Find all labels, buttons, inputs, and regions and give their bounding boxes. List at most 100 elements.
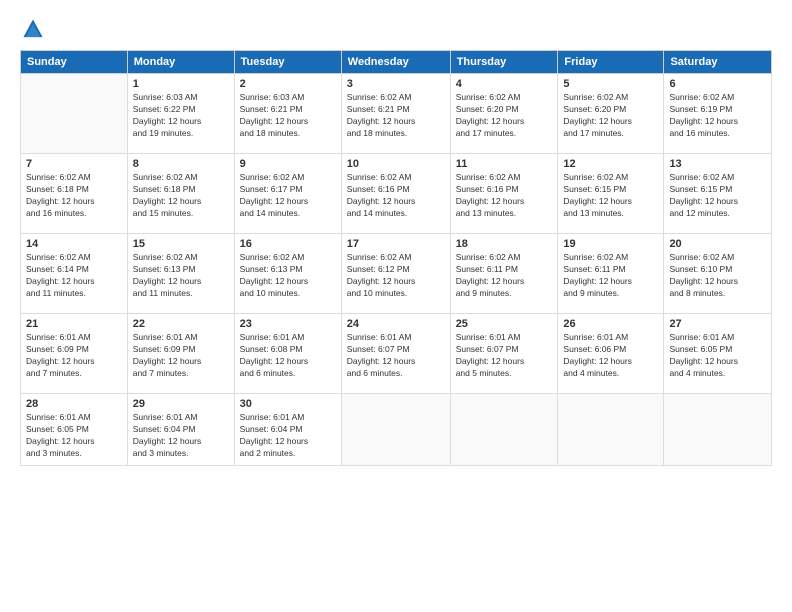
calendar-cell: 4 Sunrise: 6:02 AM Sunset: 6:20 PM Daylig… (450, 74, 558, 154)
calendar-cell: 2Sunrise: 6:03 AM Sunset: 6:21 PM Daylig… (234, 74, 341, 154)
calendar-cell: 23 Sunrise: 6:01 AM Sunset: 6:08 PM Dayli… (234, 314, 341, 394)
day-number: 15 (133, 238, 229, 250)
calendar-cell: 19 Sunrise: 6:02 AM Sunset: 6:11 PM Dayli… (558, 234, 664, 314)
day-number: 21 (26, 318, 122, 330)
calendar-cell: 28 Sunrise: 6:01 AM Sunset: 6:05 PM Dayli… (21, 394, 128, 466)
calendar-week-5: 28 Sunrise: 6:01 AM Sunset: 6:05 PM Dayli… (21, 394, 772, 466)
calendar-cell: 22 Sunrise: 6:01 AM Sunset: 6:09 PM Dayli… (127, 314, 234, 394)
calendar-week-2: 7 Sunrise: 6:02 AM Sunset: 6:18 PM Daylig… (21, 154, 772, 234)
day-number: 29 (133, 398, 229, 410)
calendar-header-thursday: Thursday (450, 51, 558, 74)
calendar-cell: 9 Sunrise: 6:02 AM Sunset: 6:17 PM Daylig… (234, 154, 341, 234)
calendar-header-saturday: Saturday (664, 51, 772, 74)
calendar-week-3: 14 Sunrise: 6:02 AM Sunset: 6:14 PM Dayli… (21, 234, 772, 314)
day-number: 4 (456, 78, 553, 90)
calendar-cell: 30 Sunrise: 6:01 AM Sunset: 6:04 PM Dayli… (234, 394, 341, 466)
day-info: Sunrise: 6:02 AM Sunset: 6:18 PM Dayligh… (133, 172, 229, 220)
calendar-cell: 11 Sunrise: 6:02 AM Sunset: 6:16 PM Dayli… (450, 154, 558, 234)
day-info: Sunrise: 6:02 AM Sunset: 6:20 PM Dayligh… (456, 92, 553, 140)
calendar-cell: 17 Sunrise: 6:02 AM Sunset: 6:12 PM Dayli… (341, 234, 450, 314)
calendar-header-tuesday: Tuesday (234, 51, 341, 74)
page: SundayMondayTuesdayWednesdayThursdayFrid… (0, 0, 792, 612)
day-info: Sunrise: 6:02 AM Sunset: 6:19 PM Dayligh… (669, 92, 766, 140)
calendar-header-wednesday: Wednesday (341, 51, 450, 74)
calendar-cell (341, 394, 450, 466)
day-number: 18 (456, 238, 553, 250)
logo-icon (22, 18, 44, 40)
day-number: 24 (347, 318, 445, 330)
calendar-cell: 20 Sunrise: 6:02 AM Sunset: 6:10 PM Dayli… (664, 234, 772, 314)
day-info: Sunrise: 6:02 AM Sunset: 6:13 PM Dayligh… (240, 252, 336, 300)
calendar-header-friday: Friday (558, 51, 664, 74)
day-info: Sunrise: 6:02 AM Sunset: 6:11 PM Dayligh… (563, 252, 658, 300)
day-info: Sunrise: 6:02 AM Sunset: 6:11 PM Dayligh… (456, 252, 553, 300)
day-number: 30 (240, 398, 336, 410)
day-number: 16 (240, 238, 336, 250)
day-info: Sunrise: 6:02 AM Sunset: 6:17 PM Dayligh… (240, 172, 336, 220)
calendar-cell (558, 394, 664, 466)
calendar-cell: 7 Sunrise: 6:02 AM Sunset: 6:18 PM Daylig… (21, 154, 128, 234)
day-info: Sunrise: 6:02 AM Sunset: 6:16 PM Dayligh… (347, 172, 445, 220)
day-number: 28 (26, 398, 122, 410)
logo (20, 18, 44, 40)
calendar-cell: 6 Sunrise: 6:02 AM Sunset: 6:19 PM Daylig… (664, 74, 772, 154)
calendar-cell (450, 394, 558, 466)
calendar-cell: 5 Sunrise: 6:02 AM Sunset: 6:20 PM Daylig… (558, 74, 664, 154)
calendar-week-4: 21 Sunrise: 6:01 AM Sunset: 6:09 PM Dayli… (21, 314, 772, 394)
day-number: 1 (133, 78, 229, 90)
day-number: 27 (669, 318, 766, 330)
calendar-cell: 8 Sunrise: 6:02 AM Sunset: 6:18 PM Daylig… (127, 154, 234, 234)
day-info: Sunrise: 6:01 AM Sunset: 6:09 PM Dayligh… (26, 332, 122, 380)
day-number: 14 (26, 238, 122, 250)
calendar-cell: 14 Sunrise: 6:02 AM Sunset: 6:14 PM Dayli… (21, 234, 128, 314)
day-number: 20 (669, 238, 766, 250)
day-info: Sunrise: 6:02 AM Sunset: 6:15 PM Dayligh… (563, 172, 658, 220)
day-info: Sunrise: 6:01 AM Sunset: 6:05 PM Dayligh… (26, 412, 122, 460)
day-info: Sunrise: 6:02 AM Sunset: 6:14 PM Dayligh… (26, 252, 122, 300)
calendar-cell: 12 Sunrise: 6:02 AM Sunset: 6:15 PM Dayli… (558, 154, 664, 234)
day-number: 9 (240, 158, 336, 170)
day-number: 12 (563, 158, 658, 170)
day-info: Sunrise: 6:03 AM Sunset: 6:22 PM Dayligh… (133, 92, 229, 140)
day-number: 22 (133, 318, 229, 330)
day-info: Sunrise: 6:02 AM Sunset: 6:12 PM Dayligh… (347, 252, 445, 300)
calendar-cell: 3Sunrise: 6:02 AM Sunset: 6:21 PM Daylig… (341, 74, 450, 154)
calendar-cell: 18 Sunrise: 6:02 AM Sunset: 6:11 PM Dayli… (450, 234, 558, 314)
day-number: 17 (347, 238, 445, 250)
day-info: Sunrise: 6:01 AM Sunset: 6:07 PM Dayligh… (456, 332, 553, 380)
day-info: Sunrise: 6:02 AM Sunset: 6:20 PM Dayligh… (563, 92, 658, 140)
calendar-header-monday: Monday (127, 51, 234, 74)
day-info: Sunrise: 6:01 AM Sunset: 6:04 PM Dayligh… (133, 412, 229, 460)
day-number: 25 (456, 318, 553, 330)
calendar-cell: 25 Sunrise: 6:01 AM Sunset: 6:07 PM Dayli… (450, 314, 558, 394)
day-info: Sunrise: 6:03 AM Sunset: 6:21 PM Dayligh… (240, 92, 336, 140)
day-info: Sunrise: 6:01 AM Sunset: 6:06 PM Dayligh… (563, 332, 658, 380)
calendar-table: SundayMondayTuesdayWednesdayThursdayFrid… (20, 50, 772, 466)
calendar-header-row: SundayMondayTuesdayWednesdayThursdayFrid… (21, 51, 772, 74)
calendar-header-sunday: Sunday (21, 51, 128, 74)
day-info: Sunrise: 6:02 AM Sunset: 6:10 PM Dayligh… (669, 252, 766, 300)
day-number: 23 (240, 318, 336, 330)
calendar-cell: 1 Sunrise: 6:03 AM Sunset: 6:22 PM Daylig… (127, 74, 234, 154)
day-number: 19 (563, 238, 658, 250)
calendar-cell (664, 394, 772, 466)
day-info: Sunrise: 6:02 AM Sunset: 6:21 PM Dayligh… (347, 92, 445, 140)
day-info: Sunrise: 6:02 AM Sunset: 6:18 PM Dayligh… (26, 172, 122, 220)
day-number: 5 (563, 78, 658, 90)
calendar-cell: 21 Sunrise: 6:01 AM Sunset: 6:09 PM Dayli… (21, 314, 128, 394)
day-number: 6 (669, 78, 766, 90)
header (20, 18, 772, 40)
calendar-cell: 10 Sunrise: 6:02 AM Sunset: 6:16 PM Dayli… (341, 154, 450, 234)
day-info: Sunrise: 6:02 AM Sunset: 6:16 PM Dayligh… (456, 172, 553, 220)
day-number: 7 (26, 158, 122, 170)
calendar-cell (21, 74, 128, 154)
day-info: Sunrise: 6:01 AM Sunset: 6:07 PM Dayligh… (347, 332, 445, 380)
day-number: 10 (347, 158, 445, 170)
day-number: 11 (456, 158, 553, 170)
day-info: Sunrise: 6:01 AM Sunset: 6:08 PM Dayligh… (240, 332, 336, 380)
day-number: 26 (563, 318, 658, 330)
calendar-cell: 15Sunrise: 6:02 AM Sunset: 6:13 PM Dayli… (127, 234, 234, 314)
day-number: 8 (133, 158, 229, 170)
day-info: Sunrise: 6:01 AM Sunset: 6:04 PM Dayligh… (240, 412, 336, 460)
day-info: Sunrise: 6:01 AM Sunset: 6:09 PM Dayligh… (133, 332, 229, 380)
